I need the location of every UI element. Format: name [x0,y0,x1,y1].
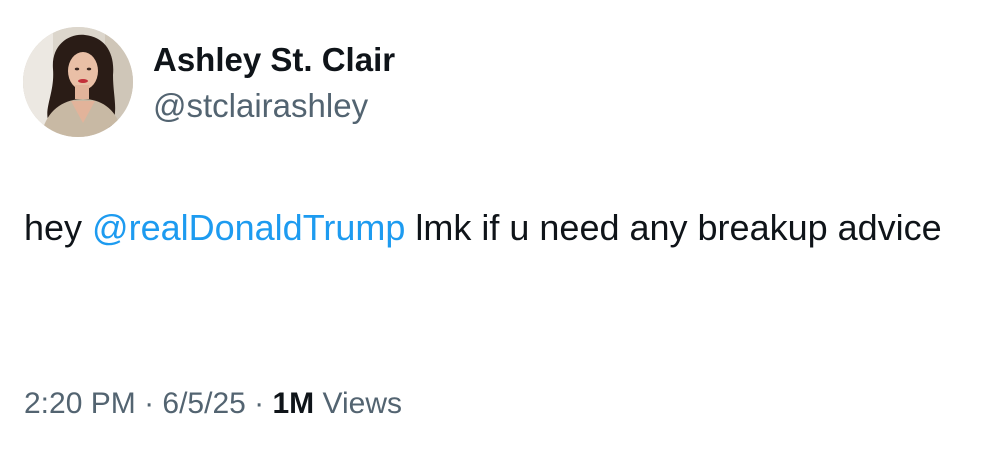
avatar[interactable] [23,27,133,137]
tweet-text-before: hey [24,207,93,248]
views-count[interactable]: 1M [273,387,315,420]
tweet-meta: 2:20 PM · 6/5/25 · 1M Views [24,384,402,424]
author-handle[interactable]: @stclairashley [153,86,368,126]
tweet-text-after: lmk if u need any breakup advice [405,207,942,248]
profile-photo-icon [23,27,133,137]
mention-link[interactable]: @realDonaldTrump [92,207,405,248]
author-display-name[interactable]: Ashley St. Clair [153,40,395,80]
meta-separator: · [245,387,273,420]
tweet-text: hey @realDonaldTrump lmk if u need any b… [24,197,984,259]
meta-separator: · [135,387,163,420]
tweet-date[interactable]: 6/5/25 [162,387,245,420]
tweet-time[interactable]: 2:20 PM [24,387,136,420]
views-label: Views [314,387,403,420]
